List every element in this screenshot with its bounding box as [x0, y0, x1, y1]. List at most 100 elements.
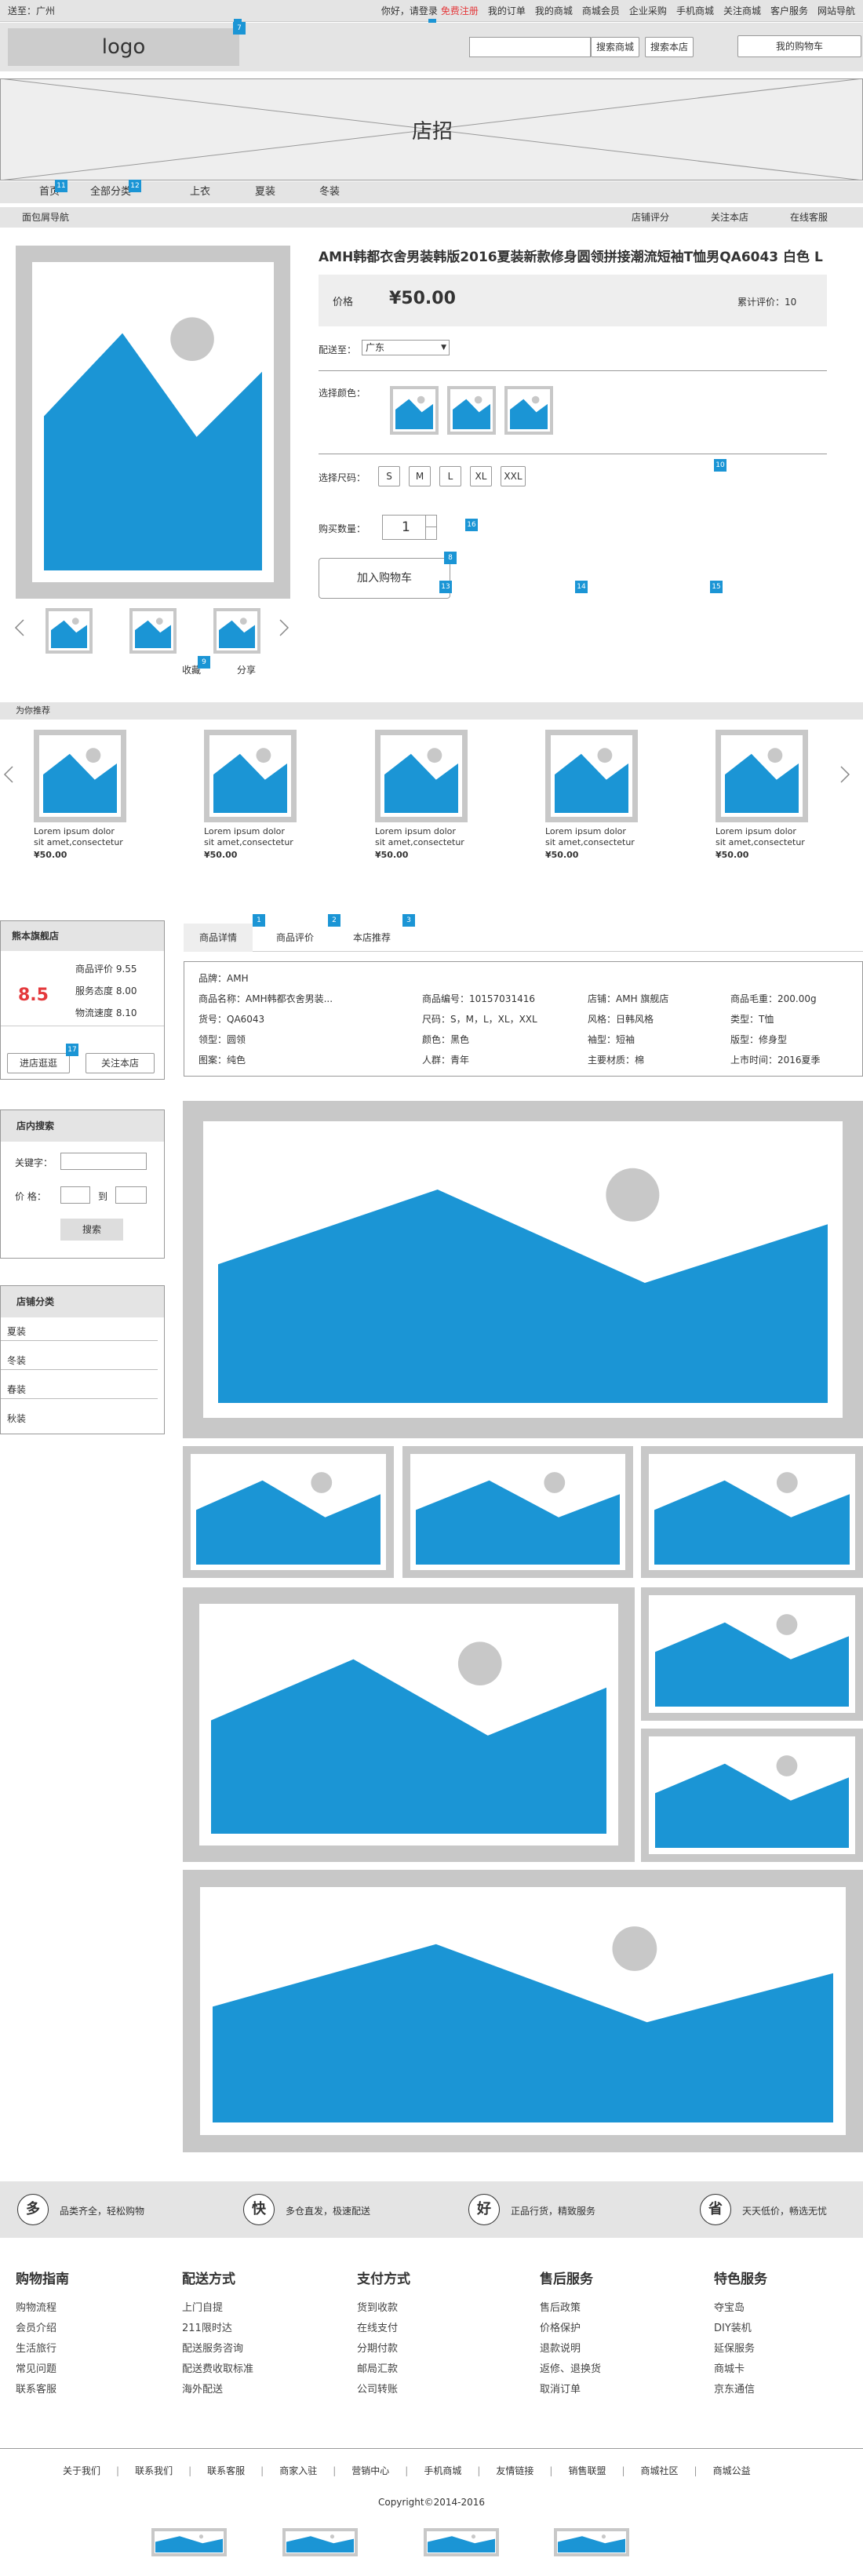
- enter-shop-button[interactable]: 进店逛逛: [7, 1053, 70, 1073]
- qty-down-icon[interactable]: [425, 527, 436, 539]
- review-count[interactable]: 累计评价：10: [737, 295, 796, 308]
- rec-next-arrow-icon[interactable]: [839, 765, 850, 787]
- next-arrow-icon[interactable]: [279, 618, 289, 640]
- footer-link[interactable]: 公司转账: [357, 2380, 410, 2400]
- bottom-link[interactable]: 关于我们: [63, 2465, 100, 2476]
- top-nav-item[interactable]: 客户服务: [770, 5, 808, 16]
- footer-link[interactable]: 邮局汇款: [357, 2359, 410, 2380]
- footer-link[interactable]: 会员介绍: [16, 2319, 69, 2339]
- top-nav-item[interactable]: 关注商城: [723, 5, 761, 16]
- register-link[interactable]: 免费注册: [441, 5, 479, 16]
- bottom-link[interactable]: 联系我们: [135, 2465, 173, 2476]
- qty-stepper[interactable]: 1: [382, 515, 437, 540]
- prev-arrow-icon[interactable]: [14, 618, 25, 640]
- bottom-link[interactable]: 商城社区: [641, 2465, 679, 2476]
- recommend-item[interactable]: Lorem ipsum dolor sit amet,consectetur ¥…: [34, 826, 123, 861]
- top-nav-item[interactable]: 我的商城: [535, 5, 573, 16]
- search-input[interactable]: [469, 37, 591, 57]
- location[interactable]: 送至：广州: [8, 0, 55, 22]
- footer-link[interactable]: 配送服务咨询: [182, 2339, 253, 2359]
- footer-link[interactable]: 生活旅行: [16, 2339, 69, 2359]
- size-option[interactable]: S: [378, 466, 400, 486]
- footer-link[interactable]: 商城卡: [714, 2359, 767, 2380]
- top-nav-item[interactable]: 商城会员: [582, 5, 620, 16]
- greeting[interactable]: 你好，请登录: [381, 5, 438, 16]
- bottom-link[interactable]: 销售联盟: [568, 2465, 606, 2476]
- partner-logo[interactable]: [424, 2528, 499, 2556]
- category-item[interactable]: 春装: [1, 1380, 158, 1399]
- thumb-image[interactable]: [213, 608, 260, 654]
- footer-link[interactable]: 京东通信: [714, 2380, 767, 2400]
- category-item[interactable]: 秋装: [1, 1409, 158, 1428]
- footer-link[interactable]: 售后政策: [540, 2298, 601, 2319]
- add-to-cart-button[interactable]: 加入购物车: [319, 558, 450, 599]
- footer-link[interactable]: 上门自提: [182, 2298, 253, 2319]
- top-nav-item[interactable]: 网站导航: [817, 5, 855, 16]
- price-max-input[interactable]: [115, 1186, 147, 1204]
- footer-link[interactable]: 配送费收取标准: [182, 2359, 253, 2380]
- nav-all-categories[interactable]: 全部分类: [90, 181, 131, 203]
- shop-rating-link[interactable]: 店铺评分: [632, 207, 669, 228]
- follow-shop-link[interactable]: 关注本店: [711, 207, 748, 228]
- recommend-item-image[interactable]: [375, 730, 468, 822]
- footer-link[interactable]: 返修、退换货: [540, 2359, 601, 2380]
- partner-logo[interactable]: [282, 2528, 358, 2556]
- color-swatch[interactable]: [447, 386, 496, 435]
- footer-link[interactable]: 常见问题: [16, 2359, 69, 2380]
- nav-tops[interactable]: 上衣: [190, 181, 210, 203]
- breadcrumb-label[interactable]: 面包屑导航: [22, 207, 69, 228]
- product-main-image[interactable]: [16, 246, 290, 599]
- top-nav-item[interactable]: 手机商城: [676, 5, 714, 16]
- rec-prev-arrow-icon[interactable]: [3, 765, 14, 787]
- footer-link[interactable]: 在线支付: [357, 2319, 410, 2339]
- category-item[interactable]: 夏装: [1, 1322, 158, 1341]
- top-nav-item[interactable]: 我的订单: [488, 5, 526, 16]
- footer-link[interactable]: 海外配送: [182, 2380, 253, 2400]
- qty-up-icon[interactable]: [425, 516, 436, 527]
- keyword-input[interactable]: [60, 1153, 147, 1170]
- bottom-link[interactable]: 友情链接: [496, 2465, 533, 2476]
- footer-link[interactable]: 211限时达: [182, 2319, 253, 2339]
- bottom-link[interactable]: 商城公益: [713, 2465, 751, 2476]
- search-store-button[interactable]: 搜索本店: [645, 37, 694, 57]
- recommend-item[interactable]: Lorem ipsum dolor sit amet,consectetur ¥…: [375, 826, 464, 861]
- bottom-link[interactable]: 联系客服: [207, 2465, 245, 2476]
- nav-summer[interactable]: 夏装: [255, 181, 275, 203]
- ship-select[interactable]: 广东 ▼: [362, 340, 450, 355]
- cart-button[interactable]: 我的购物车: [737, 35, 861, 57]
- logo[interactable]: logo: [8, 28, 239, 66]
- footer-link[interactable]: 联系客服: [16, 2380, 69, 2400]
- category-item[interactable]: 冬装: [1, 1351, 158, 1370]
- recommend-item-image[interactable]: [34, 730, 126, 822]
- size-option[interactable]: L: [439, 466, 461, 486]
- shop-name[interactable]: 熊本旗舰店: [1, 921, 164, 951]
- share-link[interactable]: 分享: [237, 663, 256, 676]
- footer-link[interactable]: 货到收款: [357, 2298, 410, 2319]
- online-service-link[interactable]: 在线客服: [790, 207, 828, 228]
- partner-logo[interactable]: [554, 2528, 629, 2556]
- size-option[interactable]: XXL: [501, 466, 526, 486]
- tab-details[interactable]: 商品详情: [184, 924, 253, 952]
- recommend-item-image[interactable]: [545, 730, 638, 822]
- tab-recommend[interactable]: 本店推荐: [337, 924, 406, 952]
- footer-link[interactable]: 退款说明: [540, 2339, 601, 2359]
- recommend-item[interactable]: Lorem ipsum dolor sit amet,consectetur ¥…: [545, 826, 635, 861]
- footer-link[interactable]: DIY装机: [714, 2319, 767, 2339]
- search-mall-button[interactable]: 搜索商城: [591, 37, 639, 57]
- color-swatch[interactable]: [390, 386, 439, 435]
- size-option[interactable]: XL: [470, 466, 492, 486]
- shop-search-button[interactable]: 搜索: [60, 1219, 123, 1241]
- recommend-item[interactable]: Lorem ipsum dolor sit amet,consectetur ¥…: [716, 826, 805, 861]
- follow-shop-button[interactable]: 关注本店: [86, 1053, 155, 1073]
- nav-winter[interactable]: 冬装: [319, 181, 340, 203]
- recommend-item[interactable]: Lorem ipsum dolor sit amet,consectetur ¥…: [204, 826, 293, 861]
- recommend-item-image[interactable]: [716, 730, 808, 822]
- partner-logo[interactable]: [151, 2528, 227, 2556]
- bottom-link[interactable]: 商家入驻: [279, 2465, 317, 2476]
- price-min-input[interactable]: [60, 1186, 90, 1204]
- footer-link[interactable]: 价格保护: [540, 2319, 601, 2339]
- footer-link[interactable]: 夺宝岛: [714, 2298, 767, 2319]
- footer-link[interactable]: 分期付款: [357, 2339, 410, 2359]
- footer-link[interactable]: 购物流程: [16, 2298, 69, 2319]
- top-nav-item[interactable]: 企业采购: [629, 5, 667, 16]
